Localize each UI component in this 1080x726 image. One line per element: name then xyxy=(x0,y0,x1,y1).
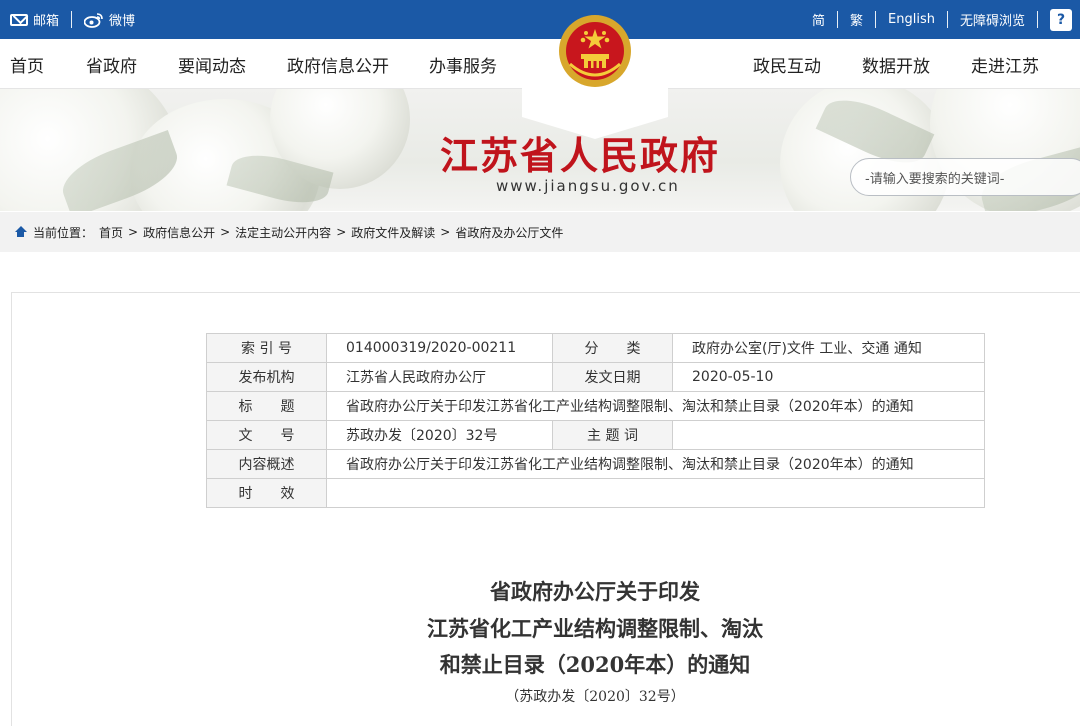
document-number: （苏政办发〔2020〕32号） xyxy=(505,689,685,705)
table-row: 索 引 号 014000319/2020-00211 分 类 政府办公室(厅)文… xyxy=(206,333,985,363)
breadcrumb-item-info-disclosure[interactable]: 政府信息公开 xyxy=(143,224,215,241)
meta-key: 时 效 xyxy=(206,478,327,508)
accessible-browse-link[interactable]: 无障碍浏览 xyxy=(960,10,1025,29)
breadcrumb-separator: > xyxy=(336,225,347,239)
breadcrumb-item-gov-docs[interactable]: 政府文件及解读 xyxy=(351,224,435,241)
nav-item-services[interactable]: 办事服务 xyxy=(429,52,497,77)
simplified-chinese-link[interactable]: 简 xyxy=(812,10,825,29)
meta-key: 文 号 xyxy=(206,420,327,450)
table-row: 文 号 苏政办发〔2020〕32号 主 题 词 xyxy=(206,420,985,450)
meta-value xyxy=(326,478,985,508)
nav-item-about-jiangsu[interactable]: 走进江苏 xyxy=(971,52,1039,77)
document-title-line: 和禁止目录（2020年本）的通知 xyxy=(439,652,751,677)
weibo-icon xyxy=(84,12,103,28)
nav-item-info-disclosure[interactable]: 政府信息公开 xyxy=(287,52,389,77)
english-link[interactable]: English xyxy=(888,12,935,27)
breadcrumb: 当前位置： 首页 > 政府信息公开 > 法定主动公开内容 > 政府文件及解读 >… xyxy=(0,212,1080,252)
meta-value: 政府办公室(厅)文件 工业、交通 通知 xyxy=(672,333,985,363)
emblem-tab xyxy=(522,15,668,139)
home-icon xyxy=(14,226,27,238)
meta-key: 索 引 号 xyxy=(206,333,327,363)
table-row: 标 题 省政府办公厅关于印发江苏省化工产业结构调整限制、淘汰和禁止目录（2020… xyxy=(206,391,985,421)
meta-value: 014000319/2020-00211 xyxy=(326,333,553,363)
accessibility-icon[interactable]: ? xyxy=(1050,8,1072,31)
meta-value: 苏政办发〔2020〕32号 xyxy=(326,420,553,450)
divider xyxy=(1037,11,1038,28)
weibo-link[interactable]: 微博 xyxy=(84,10,135,29)
divider xyxy=(875,11,877,28)
mail-label: 邮箱 xyxy=(33,14,60,29)
site-url: www.jiangsu.gov.cn xyxy=(496,177,680,195)
weibo-label: 微博 xyxy=(109,14,136,29)
nav-item-province-gov[interactable]: 省政府 xyxy=(86,52,137,77)
divider xyxy=(837,11,839,28)
divider xyxy=(71,11,73,28)
divider xyxy=(946,11,948,28)
nav-item-open-data[interactable]: 数据开放 xyxy=(862,52,930,77)
meta-key: 主 题 词 xyxy=(552,420,673,450)
national-emblem-icon[interactable] xyxy=(556,12,634,90)
breadcrumb-item-statutory[interactable]: 法定主动公开内容 xyxy=(235,224,331,241)
breadcrumb-item-home[interactable]: 首页 xyxy=(99,224,123,241)
mail-icon xyxy=(10,13,28,26)
breadcrumb-label: 当前位置： xyxy=(33,225,94,240)
nav-item-interaction[interactable]: 政民互动 xyxy=(753,52,821,77)
table-row: 内容概述 省政府办公厅关于印发江苏省化工产业结构调整限制、淘汰和禁止目录（202… xyxy=(206,449,985,479)
nav-item-news[interactable]: 要闻动态 xyxy=(178,52,246,77)
meta-value xyxy=(672,420,985,450)
meta-key: 分 类 xyxy=(552,333,673,363)
meta-key: 标 题 xyxy=(206,391,327,421)
breadcrumb-separator: > xyxy=(440,225,451,239)
breadcrumb-item-office-docs[interactable]: 省政府及办公厅文件 xyxy=(455,224,563,241)
table-row: 时 效 xyxy=(206,478,985,508)
meta-value: 江苏省人民政府办公厅 xyxy=(326,362,553,392)
table-row: 发布机构 江苏省人民政府办公厅 发文日期 2020-05-10 xyxy=(206,362,985,392)
meta-key: 发文日期 xyxy=(552,362,673,392)
document-metadata-table: 索 引 号 014000319/2020-00211 分 类 政府办公室(厅)文… xyxy=(206,333,985,508)
meta-key: 内容概述 xyxy=(206,449,327,479)
nav-item-home[interactable]: 首页 xyxy=(10,52,44,77)
meta-value: 省政府办公厅关于印发江苏省化工产业结构调整限制、淘汰和禁止目录（2020年本）的… xyxy=(326,391,985,421)
mail-link[interactable]: 邮箱 xyxy=(10,10,59,29)
meta-key: 发布机构 xyxy=(206,362,327,392)
meta-value: 2020-05-10 xyxy=(672,362,985,392)
breadcrumb-separator: > xyxy=(128,225,139,239)
document-title-line: 江苏省化工产业结构调整限制、淘汰 xyxy=(427,616,763,641)
search-input[interactable]: -请输入要搜索的关键词- xyxy=(850,158,1080,196)
top-bar: 邮箱 微博 简 繁 English 无障碍浏览 ? xyxy=(0,0,1080,39)
breadcrumb-separator: > xyxy=(220,225,231,239)
meta-value: 省政府办公厅关于印发江苏省化工产业结构调整限制、淘汰和禁止目录（2020年本）的… xyxy=(326,449,985,479)
document-title-line: 省政府办公厅关于印发 xyxy=(490,579,700,604)
traditional-chinese-link[interactable]: 繁 xyxy=(850,10,863,29)
